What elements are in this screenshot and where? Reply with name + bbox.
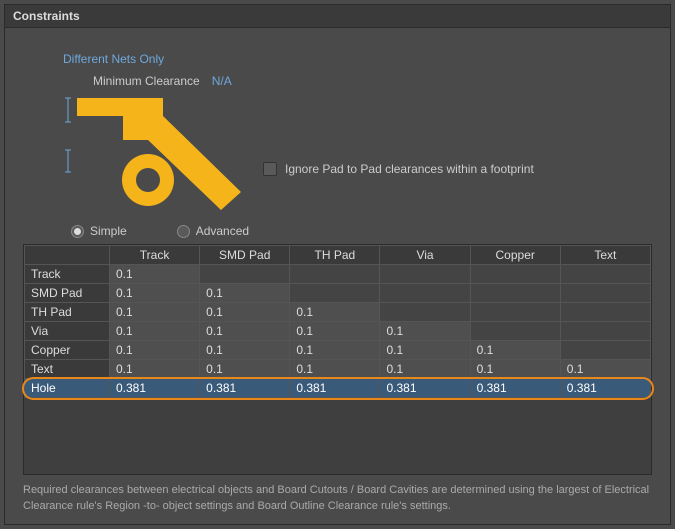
radio-simple-label: Simple [90,224,127,238]
cell[interactable]: 0.381 [200,379,290,398]
cell[interactable]: 0.1 [200,341,290,360]
cell[interactable]: 0.381 [470,379,560,398]
row-label[interactable]: SMD Pad [25,284,110,303]
table-row[interactable]: SMD Pad0.10.1 [25,284,651,303]
constraints-panel: Constraints Different Nets Only Minimum … [4,4,671,525]
cell[interactable]: 0.1 [290,303,380,322]
cell[interactable] [560,322,650,341]
clearance-table[interactable]: Track SMD Pad TH Pad Via Copper Text Tra… [24,245,651,398]
cell[interactable]: 0.1 [290,341,380,360]
cell[interactable]: 0.1 [110,322,200,341]
cell[interactable]: 0.1 [110,284,200,303]
table-row[interactable]: Hole0.3810.3810.3810.3810.3810.381 [25,379,651,398]
cell[interactable]: 0.1 [200,360,290,379]
cell[interactable] [380,265,470,284]
cell[interactable]: 0.1 [200,322,290,341]
cell[interactable]: 0.381 [290,379,380,398]
table-row[interactable]: TH Pad0.10.10.1 [25,303,651,322]
cell[interactable] [470,322,560,341]
radio-advanced-label: Advanced [196,224,249,238]
footer-note: Required clearances between electrical o… [23,483,652,514]
cell[interactable]: 0.1 [470,341,560,360]
row-label[interactable]: Text [25,360,110,379]
clearance-grid: Track SMD Pad TH Pad Via Copper Text Tra… [23,244,652,475]
table-row[interactable]: Copper0.10.10.10.10.1 [25,341,651,360]
cell[interactable]: 0.1 [200,284,290,303]
table-corner [25,246,110,265]
col-smdpad[interactable]: SMD Pad [200,246,290,265]
row-label[interactable]: Copper [25,341,110,360]
cell[interactable]: 0.381 [380,379,470,398]
cell[interactable]: 0.1 [380,341,470,360]
cell[interactable]: 0.1 [290,322,380,341]
ignore-pad-checkbox[interactable] [263,162,277,176]
col-track[interactable]: Track [110,246,200,265]
cell[interactable]: 0.1 [380,322,470,341]
table-row[interactable]: Text0.10.10.10.10.10.1 [25,360,651,379]
row-label[interactable]: Hole [25,379,110,398]
min-clearance-value[interactable]: N/A [212,74,232,88]
cell[interactable] [470,303,560,322]
radio-advanced[interactable]: Advanced [177,224,249,238]
radio-simple[interactable]: Simple [71,224,127,238]
cell[interactable] [560,341,650,360]
col-via[interactable]: Via [380,246,470,265]
cell[interactable]: 0.1 [470,360,560,379]
min-clearance-row: Minimum Clearance N/A [93,74,652,88]
different-nets-link[interactable]: Different Nets Only [63,52,652,66]
ignore-pad-row: Ignore Pad to Pad clearances within a fo… [263,162,534,176]
cell[interactable]: 0.1 [290,360,380,379]
row-label[interactable]: Via [25,322,110,341]
cell[interactable] [380,303,470,322]
mode-radio-group: Simple Advanced [71,224,652,238]
table-row[interactable]: Via0.10.10.10.1 [25,322,651,341]
col-thpad[interactable]: TH Pad [290,246,380,265]
cell[interactable] [200,265,290,284]
radio-advanced-icon [177,225,190,238]
cell[interactable]: 0.1 [200,303,290,322]
cell[interactable]: 0.1 [110,341,200,360]
col-text[interactable]: Text [560,246,650,265]
cell[interactable]: 0.1 [110,360,200,379]
col-copper[interactable]: Copper [470,246,560,265]
cell[interactable] [470,284,560,303]
table-header-row: Track SMD Pad TH Pad Via Copper Text [25,246,651,265]
cell[interactable] [380,284,470,303]
cell[interactable]: 0.1 [560,360,650,379]
cell[interactable] [560,284,650,303]
row-label[interactable]: TH Pad [25,303,110,322]
cell[interactable] [290,284,380,303]
min-clearance-label: Minimum Clearance [93,74,200,88]
cell[interactable]: 0.1 [110,303,200,322]
top-section: Ignore Pad to Pad clearances within a fo… [23,92,652,212]
clearance-diagram [53,92,243,212]
ignore-pad-label: Ignore Pad to Pad clearances within a fo… [285,162,534,176]
cell[interactable] [560,265,650,284]
cell[interactable] [470,265,560,284]
panel-content: Different Nets Only Minimum Clearance N/… [5,28,670,524]
cell[interactable]: 0.381 [110,379,200,398]
panel-title: Constraints [5,5,670,28]
cell[interactable]: 0.1 [110,265,200,284]
cell[interactable] [560,303,650,322]
cell[interactable] [290,265,380,284]
table-row[interactable]: Track0.1 [25,265,651,284]
cell[interactable]: 0.1 [380,360,470,379]
row-label[interactable]: Track [25,265,110,284]
cell[interactable]: 0.381 [560,379,650,398]
radio-simple-icon [71,225,84,238]
